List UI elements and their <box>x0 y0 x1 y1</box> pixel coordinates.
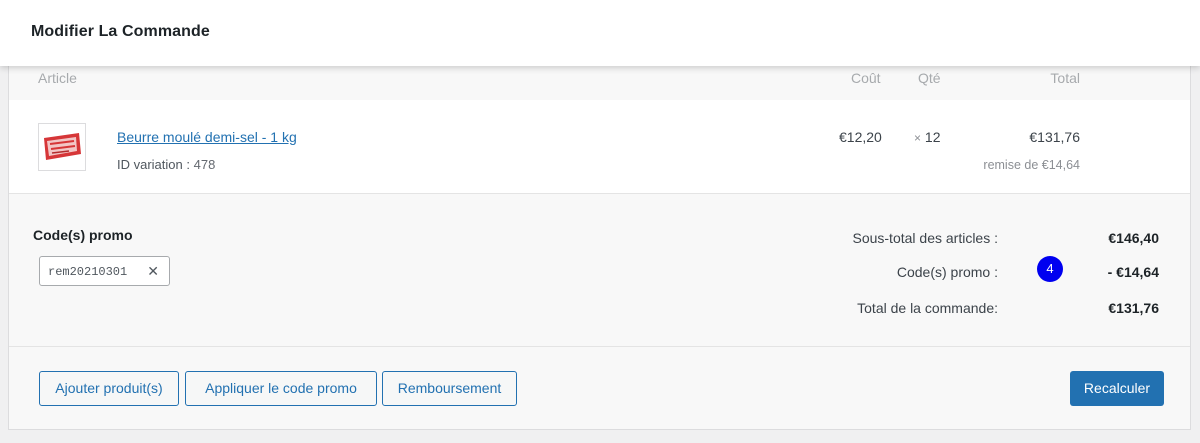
add-product-button[interactable]: Ajouter produit(s) <box>39 371 179 406</box>
coupon-code: rem20210301 <box>48 265 128 279</box>
column-header-qty: Qté <box>918 70 941 86</box>
step-badge: 4 <box>1037 256 1063 282</box>
product-thumbnail[interactable] <box>38 123 86 171</box>
promo-total-value: - €14,64 <box>1107 264 1159 280</box>
subtotal-value: €146,40 <box>1108 230 1159 246</box>
butter-package-icon <box>43 133 81 160</box>
variation-id: 478 <box>193 157 216 172</box>
order-total-value: €131,76 <box>1108 300 1159 316</box>
subtotal-label: Sous-total des articles : <box>852 230 998 246</box>
table-row: Beurre moulé demi-sel - 1 kg ID variatio… <box>9 100 1190 194</box>
table-header: Article Coût Qté Total <box>9 60 1190 100</box>
column-header-cost: Coût <box>851 70 881 86</box>
modal-title: Modifier La Commande <box>31 23 210 40</box>
recalculate-button[interactable]: Recalculer <box>1070 371 1164 406</box>
order-items-panel: Article Coût Qté Total Beurre moulé demi… <box>8 60 1191 430</box>
coupon-chip[interactable]: rem20210301 ✕ <box>39 256 170 286</box>
item-qty: × 12 <box>914 129 940 145</box>
variation-label: ID variation : <box>117 157 190 172</box>
item-name-link[interactable]: Beurre moulé demi-sel - 1 kg <box>117 129 297 145</box>
modal-header: Modifier La Commande <box>0 0 1200 66</box>
item-qty-value: 12 <box>924 129 941 145</box>
apply-coupon-button[interactable]: Appliquer le code promo <box>185 371 377 406</box>
item-cost: €12,20 <box>839 129 882 145</box>
close-icon[interactable]: ✕ <box>147 263 159 280</box>
column-header-total: Total <box>1050 70 1080 86</box>
item-total: €131,76 <box>1029 129 1080 145</box>
item-discount: remise de €14,64 <box>983 158 1080 172</box>
item-variation: ID variation : 478 <box>117 157 215 172</box>
promo-total-label: Code(s) promo : <box>896 264 998 280</box>
divider <box>9 346 1190 347</box>
times-icon: × <box>914 131 922 145</box>
refund-button[interactable]: Remboursement <box>382 371 517 406</box>
column-header-article: Article <box>38 70 77 86</box>
promo-section-title: Code(s) promo <box>33 227 133 243</box>
order-total-label: Total de la commande: <box>857 300 998 316</box>
